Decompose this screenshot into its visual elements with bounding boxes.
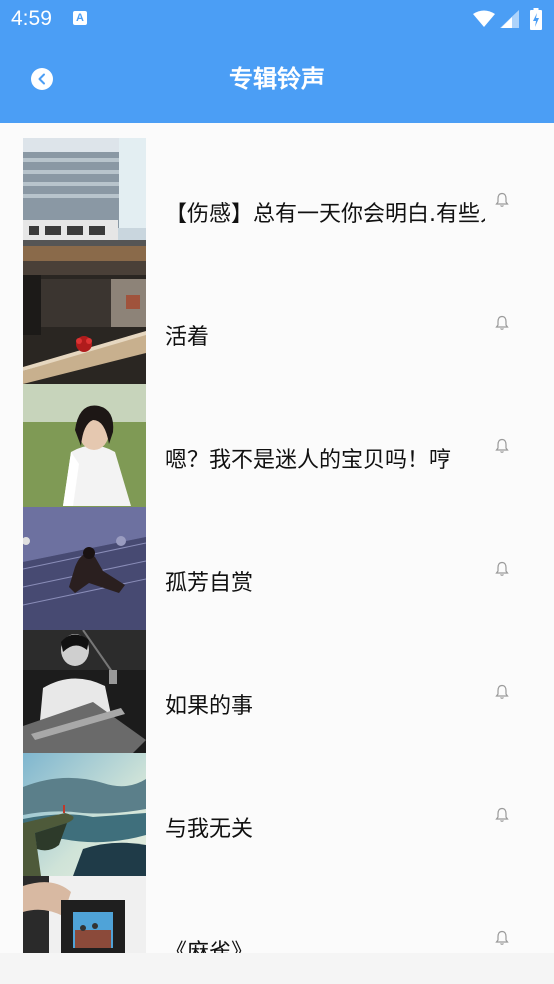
ringtone-title: 与我无关 <box>165 817 254 842</box>
ringtone-title: 活着 <box>165 325 210 350</box>
ringtone-title: 如果的事 <box>165 694 254 719</box>
app-screen: 4:59 A 专辑铃声 【伤感】总有一天你会明白.有些人 活着 嗯？我不是迷人的… <box>0 0 554 984</box>
notification-a-icon: A <box>73 11 87 25</box>
bell-icon[interactable] <box>495 315 509 331</box>
back-button[interactable] <box>31 68 53 90</box>
ringtone-list: 【伤感】总有一天你会明白.有些人 活着 嗯？我不是迷人的宝贝吗！哼 孤芳自赏 如… <box>0 123 554 953</box>
bell-icon[interactable] <box>495 684 509 700</box>
ringtone-item[interactable]: 与我无关 <box>0 738 554 876</box>
bell-icon[interactable] <box>495 561 509 577</box>
status-time: 4:59 <box>11 7 52 30</box>
bell-icon[interactable] <box>495 930 509 946</box>
ringtone-item[interactable]: 孤芳自赏 <box>0 492 554 630</box>
ringtone-item[interactable]: 嗯？我不是迷人的宝贝吗！哼 <box>0 369 554 507</box>
ringtone-title: 【伤感】总有一天你会明白.有些人 <box>165 202 485 227</box>
ringtone-thumbnail <box>23 138 146 261</box>
page-title: 专辑铃声 <box>229 65 325 93</box>
header-bar: 专辑铃声 <box>0 38 554 123</box>
back-arrow-icon <box>38 73 45 85</box>
bell-icon[interactable] <box>495 438 509 454</box>
ringtone-thumbnail <box>23 630 146 753</box>
ringtone-item[interactable]: 《麻雀》 <box>0 861 554 953</box>
ringtone-title: 《麻雀》 <box>165 940 254 953</box>
ringtone-thumbnail <box>23 753 146 876</box>
bottom-bar <box>0 953 554 984</box>
ringtone-title: 孤芳自赏 <box>165 571 254 596</box>
ringtone-thumbnail <box>23 261 146 384</box>
wifi-icon <box>473 10 495 27</box>
status-bar: 4:59 A <box>0 0 554 38</box>
ringtone-item[interactable]: 如果的事 <box>0 615 554 753</box>
bell-icon[interactable] <box>495 192 509 208</box>
ringtone-thumbnail <box>23 876 146 953</box>
bell-icon[interactable] <box>495 807 509 823</box>
ringtone-thumbnail <box>23 507 146 630</box>
ringtone-title: 嗯？我不是迷人的宝贝吗！哼 <box>165 448 452 473</box>
battery-charging-icon <box>530 8 542 30</box>
ringtone-thumbnail <box>23 384 146 507</box>
ringtone-item[interactable]: 活着 <box>0 246 554 384</box>
ringtone-item[interactable]: 【伤感】总有一天你会明白.有些人 <box>0 123 554 261</box>
signal-icon <box>500 10 519 28</box>
